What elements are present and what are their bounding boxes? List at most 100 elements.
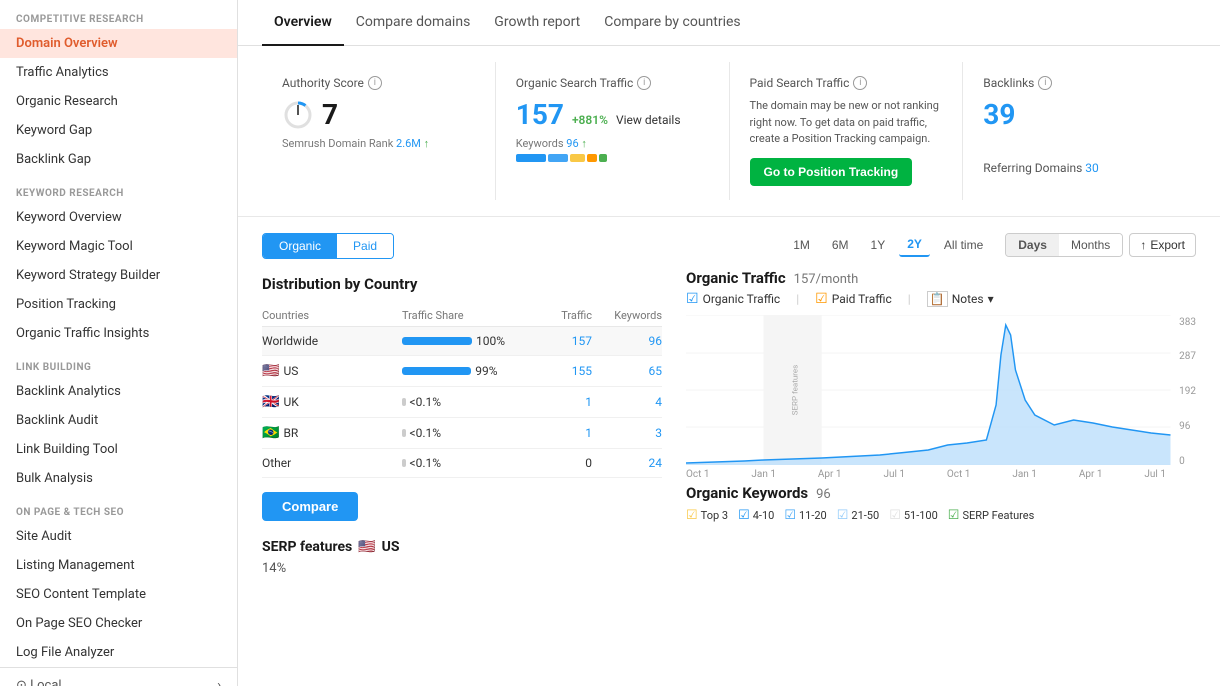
view-btn-days[interactable]: Days bbox=[1006, 234, 1059, 256]
organic-change: +881% bbox=[572, 113, 608, 127]
organic-search-info[interactable]: i bbox=[637, 76, 651, 90]
kw-legend-top3[interactable]: ☑ Top 3 bbox=[686, 508, 728, 523]
sidebar-item-domain-overview[interactable]: Domain Overview bbox=[0, 29, 237, 58]
time-btn-2y[interactable]: 2Y bbox=[899, 233, 930, 257]
tab-growth-report[interactable]: Growth report bbox=[482, 0, 592, 46]
traffic-bar-1: 99% bbox=[402, 364, 522, 378]
kw-legend-21-50[interactable]: ☑ 21-50 bbox=[837, 508, 879, 523]
keywords-count-link[interactable]: 96 bbox=[566, 137, 578, 150]
x-label: Jul 1 bbox=[1144, 469, 1166, 480]
sidebar-item-seo-content-template[interactable]: SEO Content Template bbox=[0, 580, 237, 609]
sidebar-item-log-file-analyzer[interactable]: Log File Analyzer bbox=[0, 638, 237, 667]
paid-search-message: The domain may be new or not ranking rig… bbox=[750, 98, 943, 148]
authority-score-title: Authority Score i bbox=[282, 76, 475, 90]
sidebar-item-backlink-gap[interactable]: Backlink Gap bbox=[0, 145, 237, 174]
country-row-4[interactable]: Other <0.1% 0 24 bbox=[262, 449, 662, 478]
local-label: ⊙ Local bbox=[16, 678, 62, 686]
chart-y-labels: 383287192960 bbox=[1179, 315, 1196, 469]
organic-paid-toggle: Organic Paid bbox=[262, 233, 394, 259]
sidebar-item-backlink-audit[interactable]: Backlink Audit bbox=[0, 406, 237, 435]
tab-overview[interactable]: Overview bbox=[262, 0, 344, 46]
legend-item-organic-traffic[interactable]: ☑Organic Traffic bbox=[686, 291, 780, 307]
authority-score-value: 7 bbox=[322, 98, 338, 131]
country-row-0[interactable]: Worldwide 100% 157 96 bbox=[262, 327, 662, 356]
view-btn-months[interactable]: Months bbox=[1059, 234, 1122, 256]
tab-compare-by-countries[interactable]: Compare by countries bbox=[592, 0, 752, 46]
keywords-val-2: 4 bbox=[592, 395, 662, 409]
time-btn-1y[interactable]: 1Y bbox=[863, 234, 894, 256]
sidebar-item-traffic-analytics[interactable]: Traffic Analytics bbox=[0, 58, 237, 87]
authority-score-info[interactable]: i bbox=[368, 76, 382, 90]
go-to-position-tracking-button[interactable]: Go to Position Tracking bbox=[750, 158, 913, 186]
chart-x-labels: Oct 1Jan 1Apr 1Jul 1Oct 1Jan 1Apr 1Jul 1 bbox=[686, 469, 1196, 484]
time-btn-1m[interactable]: 1M bbox=[785, 234, 818, 256]
paid-toggle-btn[interactable]: Paid bbox=[337, 234, 393, 258]
kw-legend-serp-features[interactable]: ☑ SERP Features bbox=[948, 508, 1034, 523]
traffic-share-1: 99% bbox=[475, 364, 497, 378]
country-row-2[interactable]: 🇬🇧UK <0.1% 1 4 bbox=[262, 387, 662, 418]
traffic-val-2: 1 bbox=[522, 395, 592, 409]
legend-item-notes[interactable]: 📋Notes▾ bbox=[927, 291, 994, 307]
backlinks-value: 39 bbox=[983, 98, 1176, 131]
sidebar: COMPETITIVE RESEARCHDomain OverviewTraff… bbox=[0, 0, 238, 686]
col-keywords: Keywords bbox=[592, 309, 662, 322]
sidebar-item-bulk-analysis[interactable]: Bulk Analysis bbox=[0, 464, 237, 493]
legend-item-paid-traffic[interactable]: ☑Paid Traffic bbox=[815, 291, 892, 307]
kw-check-11-20: ☑ bbox=[784, 508, 796, 523]
referring-domains-link[interactable]: 30 bbox=[1085, 161, 1099, 175]
sidebar-item-position-tracking[interactable]: Position Tracking bbox=[0, 290, 237, 319]
tabs-bar: OverviewCompare domainsGrowth reportComp… bbox=[238, 0, 1220, 46]
traffic-bar-3: <0.1% bbox=[402, 426, 522, 440]
paid-search-card: Paid Search Traffic i The domain may be … bbox=[730, 62, 964, 200]
kw-legend-label-11-20: 11-20 bbox=[799, 509, 827, 522]
organic-toggle-btn[interactable]: Organic bbox=[263, 234, 337, 258]
sidebar-item-organic-research[interactable]: Organic Research bbox=[0, 87, 237, 116]
sidebar-item-backlink-analytics[interactable]: Backlink Analytics bbox=[0, 377, 237, 406]
right-panel: 1M 6M 1Y2Y All time DaysMonths ↑ Export Organ… bbox=[686, 233, 1196, 576]
backlinks-info[interactable]: i bbox=[1038, 76, 1052, 90]
sidebar-item-listing-management[interactable]: Listing Management bbox=[0, 551, 237, 580]
view-details-link[interactable]: View details bbox=[616, 113, 681, 127]
organic-traffic-label: Organic Traffic bbox=[686, 269, 786, 287]
authority-score-sub: Semrush Domain Rank 2.6M ↑ bbox=[282, 137, 475, 150]
kw-legend-51-100[interactable]: ☑ 51-100 bbox=[889, 508, 938, 523]
legend-label-notes: Notes bbox=[952, 292, 984, 306]
sidebar-item-on-page-seo-checker[interactable]: On Page SEO Checker bbox=[0, 609, 237, 638]
kw-legend-11-20[interactable]: ☑ 11-20 bbox=[784, 508, 826, 523]
sidebar-item-link-building-tool[interactable]: Link Building Tool bbox=[0, 435, 237, 464]
kw-check-serp-features: ☑ bbox=[948, 508, 960, 523]
y-label: 192 bbox=[1179, 386, 1196, 397]
country-row-3[interactable]: 🇧🇷BR <0.1% 1 3 bbox=[262, 418, 662, 449]
metrics-row: Authority Score i 7 Semrush Domain Rank … bbox=[238, 46, 1220, 217]
country-name-0: Worldwide bbox=[262, 334, 402, 348]
y-label: 383 bbox=[1179, 317, 1196, 328]
organic-keywords-title: Organic Keywords 96 bbox=[686, 484, 1196, 502]
x-label: Jan 1 bbox=[751, 469, 776, 480]
kw-legend-label-51-100: 51-100 bbox=[904, 509, 938, 522]
sidebar-footer[interactable]: ⊙ Local› bbox=[0, 667, 237, 686]
compare-button[interactable]: Compare bbox=[262, 492, 358, 521]
sidebar-item-keyword-gap[interactable]: Keyword Gap bbox=[0, 116, 237, 145]
sidebar-item-keyword-strategy-builder[interactable]: Keyword Strategy Builder bbox=[0, 261, 237, 290]
sidebar-item-organic-traffic-insights[interactable]: Organic Traffic Insights bbox=[0, 319, 237, 348]
time-btn-all-time[interactable]: All time bbox=[936, 234, 991, 256]
export-button[interactable]: ↑ Export bbox=[1129, 233, 1196, 257]
domain-rank-link[interactable]: 2.6M bbox=[396, 137, 421, 150]
serp-label: SERP features bbox=[262, 539, 352, 555]
svg-text:SERP features: SERP features bbox=[791, 364, 800, 414]
notes-icon: 📋 bbox=[927, 291, 948, 307]
traffic-share-0: 100% bbox=[476, 334, 505, 348]
lower-section: Organic Paid Distribution by Country Cou… bbox=[238, 217, 1220, 592]
sidebar-item-keyword-overview[interactable]: Keyword Overview bbox=[0, 203, 237, 232]
sidebar-item-keyword-magic-tool[interactable]: Keyword Magic Tool bbox=[0, 232, 237, 261]
tab-compare-domains[interactable]: Compare domains bbox=[344, 0, 483, 46]
time-btn-6m[interactable]: 6M bbox=[824, 234, 857, 256]
country-name-4: Other bbox=[262, 456, 402, 470]
main-content: OverviewCompare domainsGrowth reportComp… bbox=[238, 0, 1220, 686]
organic-traffic-section-title: Organic Traffic 157/month bbox=[686, 269, 1196, 287]
paid-search-info[interactable]: i bbox=[853, 76, 867, 90]
sidebar-item-site-audit[interactable]: Site Audit bbox=[0, 522, 237, 551]
kw-legend-4-10[interactable]: ☑ 4-10 bbox=[738, 508, 774, 523]
check-paid: ☑ bbox=[815, 291, 828, 307]
country-row-1[interactable]: 🇺🇸US 99% 155 65 bbox=[262, 356, 662, 387]
